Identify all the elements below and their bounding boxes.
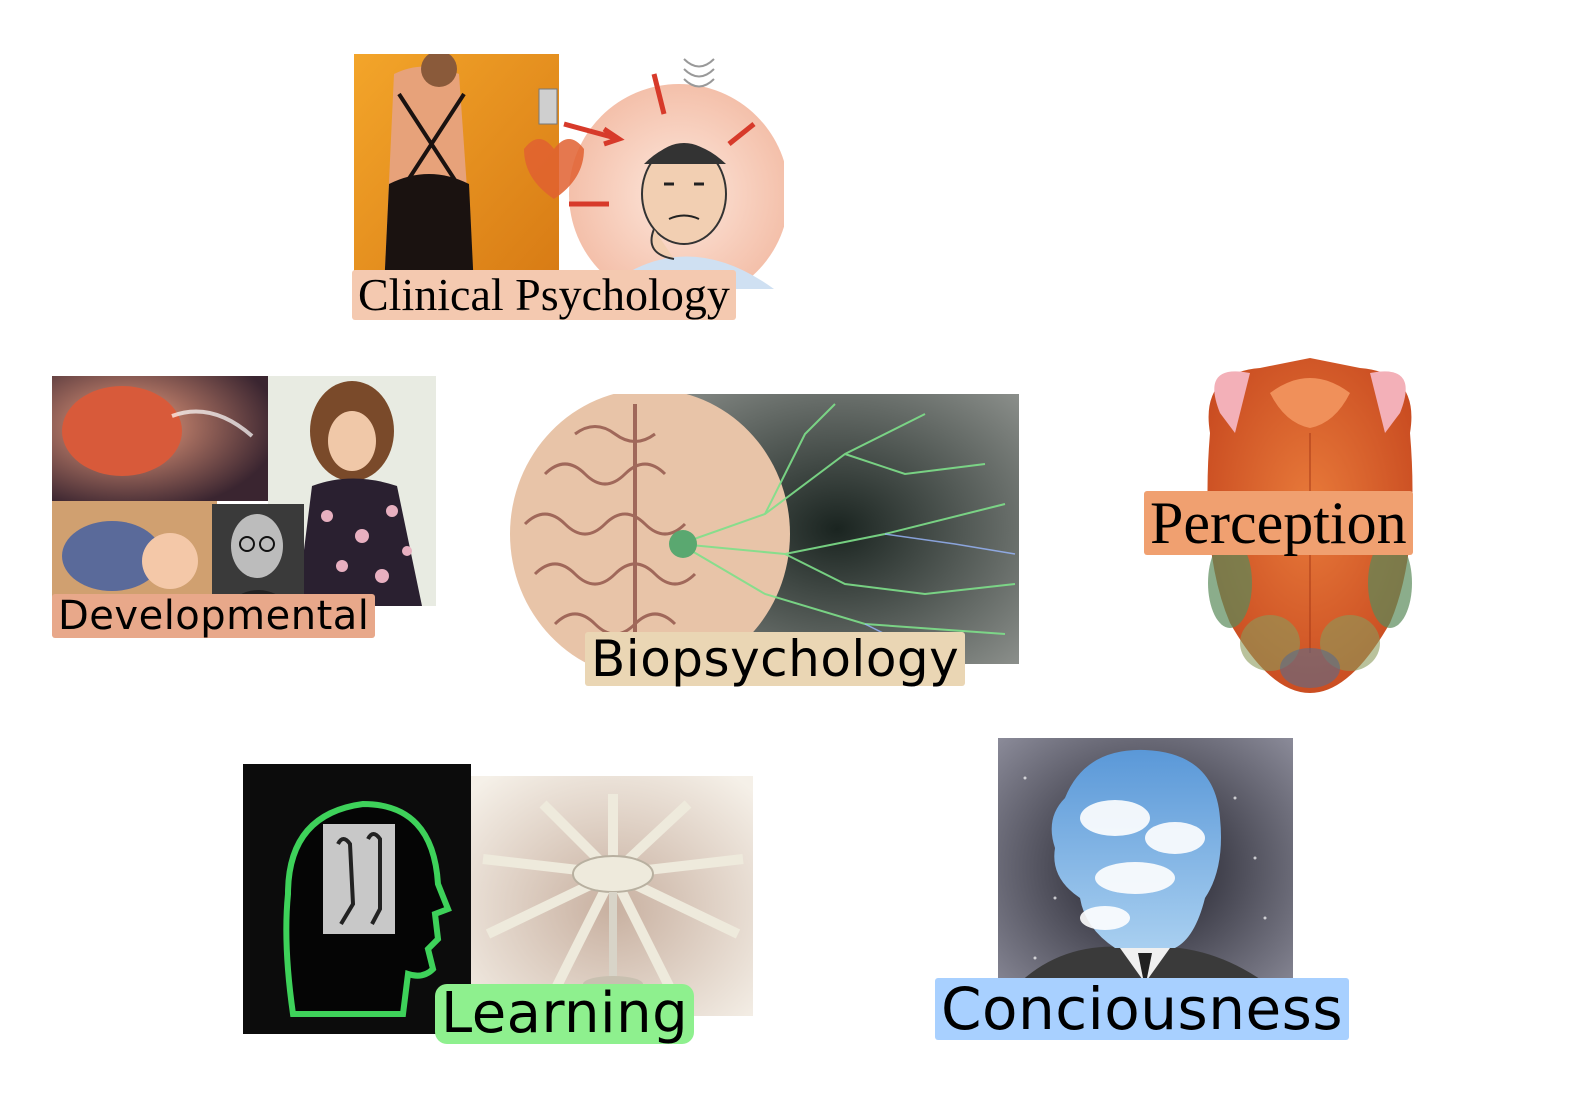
- perception-label: Perception: [1144, 491, 1413, 555]
- learning-label: Learning: [435, 984, 695, 1044]
- developmental-tile: Developmental: [52, 376, 436, 642]
- clinical-psychology-tile: Clinical Psychology: [352, 54, 784, 324]
- biopsychology-tile: Biopsychology: [505, 394, 1019, 694]
- consciousness-label: Conciousness: [935, 978, 1350, 1040]
- biopsychology-label: Biopsychology: [585, 632, 966, 686]
- consciousness-tile: Conciousness: [935, 738, 1395, 1044]
- learning-tile: Learning: [243, 764, 753, 1049]
- developmental-label: Developmental: [52, 594, 376, 638]
- perception-tile: Perception: [1140, 353, 1480, 698]
- clinical-psychology-label: Clinical Psychology: [352, 270, 736, 320]
